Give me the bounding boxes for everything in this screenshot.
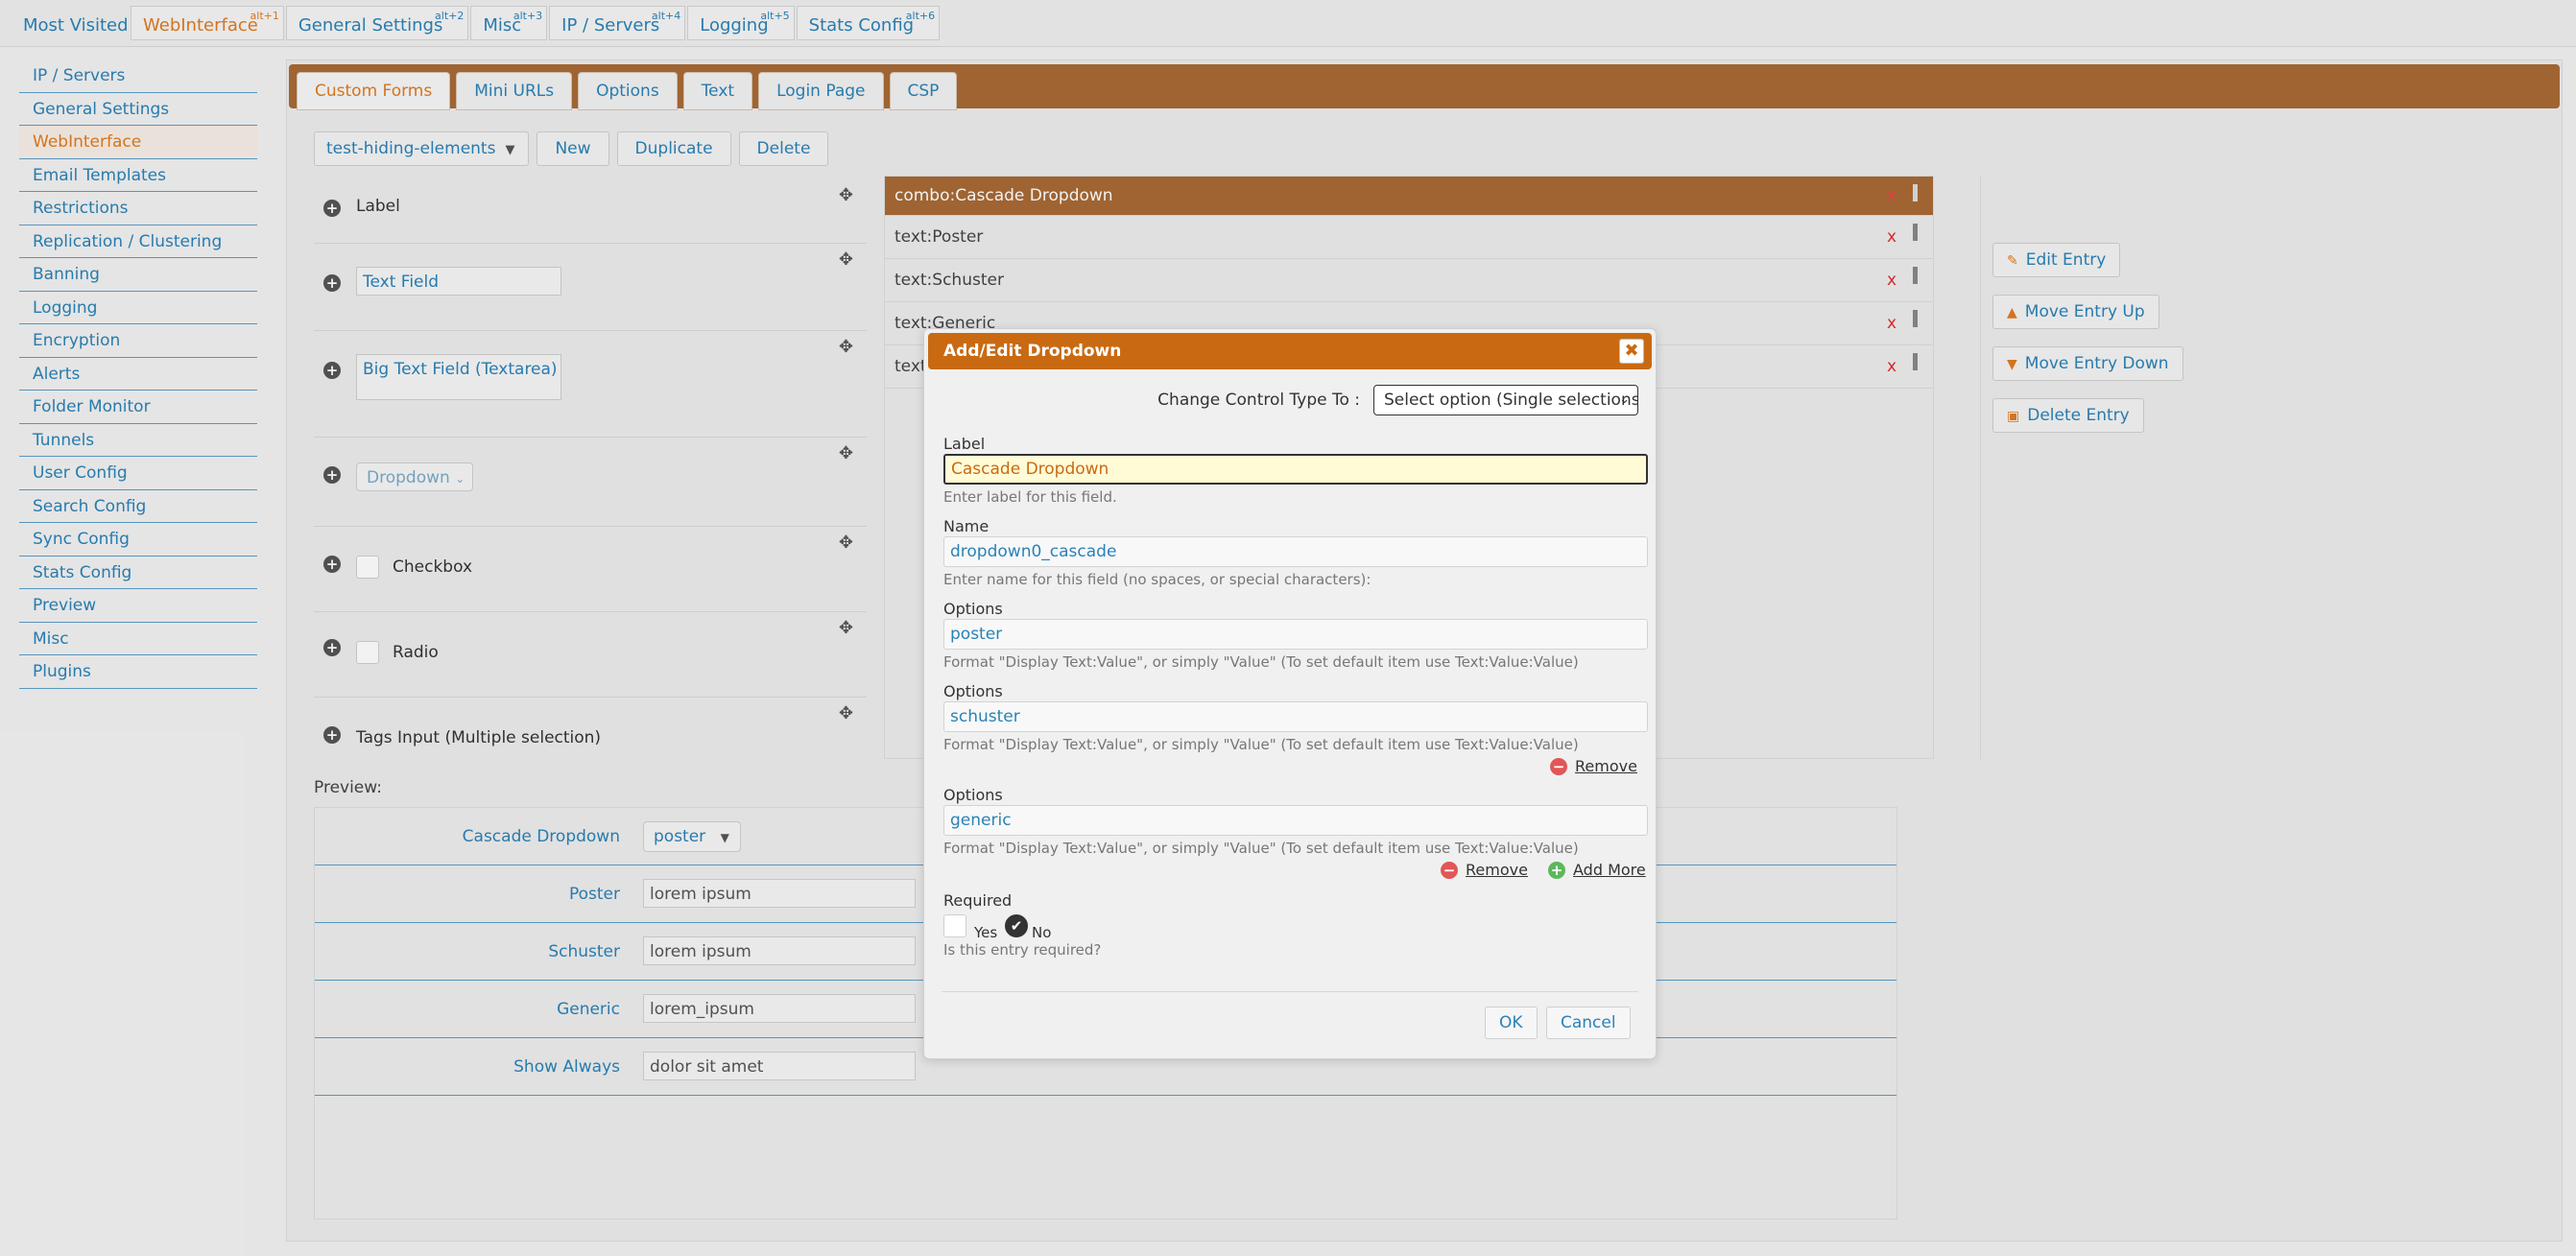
name-field-label: Name [943,517,990,535]
control-type-row: Change Control Type To : Select option (… [1157,385,1638,415]
required-label: Required [943,891,1013,910]
add-more-label: Add More [1573,861,1646,879]
label-input[interactable]: Cascade Dropdown [943,454,1648,485]
close-icon[interactable]: ✖ [1619,339,1644,364]
option-input-1[interactable]: poster [943,619,1648,650]
remove-label: Remove [1466,861,1528,879]
dialog-title: Add/Edit Dropdown [943,342,1122,361]
options-label: Options [943,786,1003,804]
options-help: Format "Display Text:Value", or simply "… [943,840,1579,857]
name-input[interactable]: dropdown0_cascade [943,536,1648,567]
required-yes-label: Yes [974,924,998,941]
dialog-divider [942,991,1638,992]
add-icon: + [1548,861,1565,879]
page: Most Visited : WebInterface alt+1 General… [0,0,2576,1256]
required-no-checkbox[interactable]: ✔ [1005,914,1028,937]
options-label: Options [943,600,1003,618]
remove-option-2-link[interactable]: − Remove [1550,757,1637,775]
ok-button[interactable]: OK [1485,1007,1538,1039]
add-more-link[interactable]: + Add More [1548,861,1646,879]
name-help: Enter name for this field (no spaces, or… [943,571,1371,588]
control-type-select[interactable]: Select option (Single selections ⌄ [1373,385,1638,415]
cancel-button[interactable]: Cancel [1546,1007,1631,1039]
control-type-value: Select option (Single selections [1384,391,1638,410]
options-help: Format "Display Text:Value", or simply "… [943,736,1579,753]
remove-icon: − [1550,757,1567,775]
control-type-label: Change Control Type To : [1157,391,1360,410]
required-no-label: No [1032,924,1052,941]
remove-label: Remove [1575,757,1637,775]
required-yes-checkbox[interactable] [943,914,966,937]
options-label: Options [943,682,1003,700]
required-help: Is this entry required? [943,941,1102,959]
remove-icon: − [1441,861,1458,879]
label-help: Enter label for this field. [943,488,1117,506]
edit-dropdown-dialog: Add/Edit Dropdown ✖ Change Control Type … [923,328,1657,1059]
option-input-2[interactable]: schuster [943,701,1648,732]
options-help: Format "Display Text:Value", or simply "… [943,653,1579,671]
dialog-title-bar: Add/Edit Dropdown ✖ [928,333,1652,369]
label-field-label: Label [943,435,986,453]
chevron-down-icon: ⌄ [1619,392,1630,407]
option-input-3[interactable]: generic [943,805,1648,836]
remove-option-3-link[interactable]: − Remove [1441,861,1528,879]
